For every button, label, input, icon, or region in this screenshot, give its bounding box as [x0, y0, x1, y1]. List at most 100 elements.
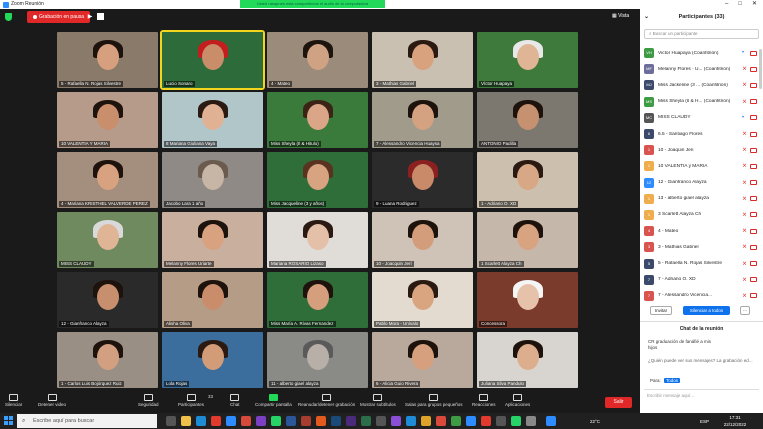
- participant-row[interactable]: 6 6.5 - Santiago Flores ⨯: [640, 126, 763, 142]
- view-button[interactable]: ▦ Vista: [612, 13, 629, 19]
- participant-search-input[interactable]: ⌕ Buscar un participante: [644, 29, 759, 39]
- participants-button[interactable]: Participantes 33: [178, 394, 213, 407]
- participant-list-scrollbar[interactable]: [759, 49, 762, 89]
- premiere-icon[interactable]: [346, 416, 356, 426]
- participant-row[interactable]: 4 4 - Mateo ⨯: [640, 223, 763, 239]
- camera-off-icon[interactable]: [750, 212, 757, 218]
- video-tile[interactable]: Lucio Sonaro: [160, 30, 265, 90]
- camera-off-icon[interactable]: [750, 115, 757, 121]
- app-icon[interactable]: [546, 416, 556, 426]
- audio-share-notice[interactable]: Usted rasapnes está compartiendo el audi…: [240, 0, 385, 8]
- captions-button[interactable]: Mostrar subtítulos: [360, 394, 396, 407]
- share-screen-button[interactable]: Compartir pantalla: [255, 394, 292, 407]
- word-icon[interactable]: [286, 416, 296, 426]
- video-tile[interactable]: 11 - alberto giael alayza: [267, 332, 368, 388]
- app-icon[interactable]: [406, 416, 416, 426]
- mute-all-button[interactable]: Silenciar a todos: [683, 306, 730, 315]
- app-icon[interactable]: [451, 416, 461, 426]
- app-icon[interactable]: [526, 416, 536, 426]
- camera-off-icon[interactable]: [750, 180, 757, 186]
- video-tile[interactable]: 1 Scarlett Alayza Ch: [477, 212, 578, 268]
- task-view-icon[interactable]: [166, 416, 176, 426]
- resume-recording-icon[interactable]: ▶: [85, 12, 95, 22]
- photoshop-icon[interactable]: [331, 416, 341, 426]
- video-tile[interactable]: Mariana ROSARIO Lizaso: [267, 212, 368, 268]
- video-tile[interactable]: 5 - Rafaella N. Rojas Silvestre: [57, 32, 158, 88]
- camera-off-icon[interactable]: [750, 196, 757, 202]
- mic-muted-icon[interactable]: ⨯: [742, 180, 747, 186]
- media-app-icon[interactable]: [256, 416, 266, 426]
- participant-row[interactable]: 1 3 Scarlett Alayza Ch ⨯: [640, 207, 763, 223]
- participant-list[interactable]: VH Victor Huapaya (Coanfitrión) • MF Melanny…: [640, 45, 763, 303]
- participant-row[interactable]: MC MISS CLAUDY •: [640, 110, 763, 126]
- excel-icon[interactable]: [361, 416, 371, 426]
- chat-visibility-note[interactable]: ¿Quién puede ver sus mensajes? La grabac…: [648, 358, 753, 363]
- participant-row[interactable]: 1 10 VALENTIA y MARIA ⨯: [640, 158, 763, 174]
- chat-recipient[interactable]: Para: Todos: [648, 378, 681, 383]
- mic-muted-icon[interactable]: ⨯: [742, 293, 747, 299]
- mic-muted-icon[interactable]: ⨯: [742, 131, 747, 137]
- video-tile[interactable]: Pablo Mora - Unívalo: [372, 272, 473, 328]
- video-tile[interactable]: Melanny Flores Uriarte: [162, 212, 263, 268]
- stop-recording-icon[interactable]: [97, 13, 104, 20]
- app-icon[interactable]: [391, 416, 401, 426]
- video-tile[interactable]: 6 - Alicia Guio Rivera: [372, 332, 473, 388]
- video-tile[interactable]: 1 - Carlos Luis Bojórquez Ruiz: [57, 332, 158, 388]
- camera-off-icon[interactable]: [750, 99, 757, 105]
- input-language[interactable]: ESP: [700, 418, 709, 425]
- close-button[interactable]: ✕: [752, 0, 757, 9]
- app-icon[interactable]: [496, 416, 506, 426]
- video-tile[interactable]: Miss María A. Rivas Fernandez: [267, 272, 368, 328]
- video-tile[interactable]: 10 - Joacquin Jerí: [372, 212, 473, 268]
- chrome-browser-icon[interactable]: [241, 416, 251, 426]
- microphone-button[interactable]: Silenciar: [5, 394, 22, 407]
- camera-off-icon[interactable]: [750, 50, 757, 56]
- participant-row[interactable]: 7 7 - Alessandro Vicencia... ⨯: [640, 288, 763, 303]
- mic-muted-icon[interactable]: ⨯: [742, 228, 747, 234]
- shield-button[interactable]: Seguridad: [138, 394, 159, 407]
- weather-widget[interactable]: 22°C: [590, 418, 600, 425]
- participant-row[interactable]: MF Melanny Flores · U... (Coanfitrión) ⨯: [640, 61, 763, 77]
- participant-row[interactable]: 7 7 - Adriano O. XD ⨯: [640, 272, 763, 288]
- camera-off-icon[interactable]: [750, 147, 757, 153]
- illustrator-icon[interactable]: [316, 416, 326, 426]
- edge-browser-icon[interactable]: [196, 416, 206, 426]
- office-app-icon[interactable]: [211, 416, 221, 426]
- recording-status[interactable]: Grabación en pausa: [27, 11, 91, 23]
- mic-muted-icon[interactable]: ⨯: [742, 196, 747, 202]
- video-tile[interactable]: 7 - Alessandro Vicencia Huaysa: [372, 92, 473, 148]
- camera-off-icon[interactable]: [750, 82, 757, 88]
- taskbar-search-input[interactable]: ⌕ Escribe aquí para buscar: [17, 414, 157, 428]
- video-tile[interactable]: Víctor Huapaya: [477, 32, 578, 88]
- video-button[interactable]: Detener video: [38, 394, 66, 407]
- participant-row[interactable]: 1 10 - Joaquin Jeri ⨯: [640, 142, 763, 158]
- reactions-button[interactable]: Reacciones: [472, 394, 496, 407]
- zoom-app-icon[interactable]: [226, 416, 236, 426]
- chevron-down-icon[interactable]: ⌄: [644, 9, 649, 26]
- video-tile[interactable]: Lola Rojas: [162, 332, 263, 388]
- record-button[interactable]: Reanudar/detener grabación: [298, 394, 355, 407]
- video-tile[interactable]: 4 - Mariana KRISTHEL VALVERDE PEREZ: [57, 152, 158, 208]
- video-tile[interactable]: 9 - Luana Rodriguez: [372, 152, 473, 208]
- app-icon[interactable]: [481, 416, 491, 426]
- video-tile[interactable]: Juliana Silva Pandulo: [477, 332, 578, 388]
- mic-on-icon[interactable]: •: [742, 115, 747, 121]
- app-icon[interactable]: [376, 416, 386, 426]
- participant-row[interactable]: 5 5 - Rafaella N. Rojas Silvestre ⨯: [640, 255, 763, 271]
- chat-recipient-select[interactable]: Todos: [664, 378, 681, 383]
- app-icon[interactable]: [436, 416, 446, 426]
- apps-button[interactable]: Aplicaciones: [505, 394, 530, 407]
- camera-off-icon[interactable]: [750, 131, 757, 137]
- mic-muted-icon[interactable]: ⨯: [742, 277, 747, 283]
- mic-muted-icon[interactable]: ⨯: [742, 163, 747, 169]
- video-tile[interactable]: 3 - Mathias Gabriel: [372, 32, 473, 88]
- minimize-button[interactable]: –: [725, 0, 728, 9]
- camera-off-icon[interactable]: [750, 163, 757, 169]
- mic-muted-icon[interactable]: ⨯: [742, 82, 747, 88]
- breakout-button[interactable]: Salas para grupos pequeños: [405, 394, 463, 407]
- powerpoint-icon[interactable]: [301, 416, 311, 426]
- whatsapp-icon[interactable]: [271, 416, 281, 426]
- chat-message-input[interactable]: Escribir mensaje aquí...: [644, 389, 759, 407]
- mic-muted-icon[interactable]: ⨯: [742, 261, 747, 267]
- app-icon[interactable]: [466, 416, 476, 426]
